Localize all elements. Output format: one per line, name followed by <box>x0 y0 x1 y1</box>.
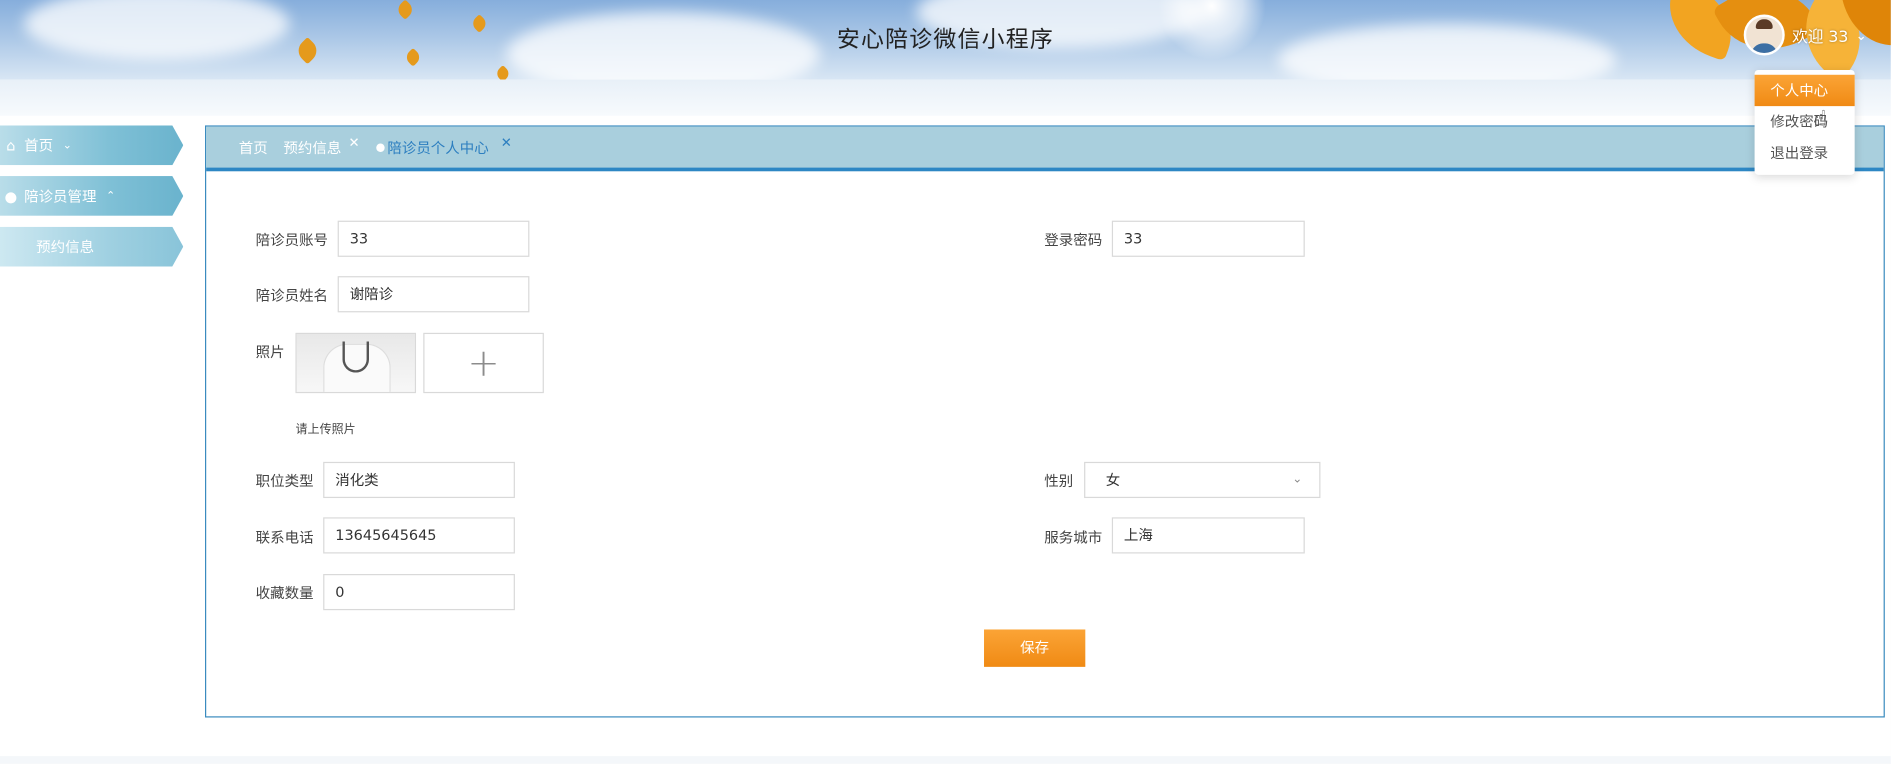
sidebar-item-label: 陪诊员管理 <box>24 188 97 206</box>
sidebar-item-home[interactable]: ⌂ 首页 ⌄ <box>0 125 184 166</box>
phone-field[interactable]: 13645645645 <box>323 517 515 554</box>
menu-item-change-password[interactable]: 修改密码 <box>1755 106 1855 137</box>
password-label: 登录密码 <box>1044 231 1103 249</box>
gender-label: 性别 <box>1044 472 1074 490</box>
name-field[interactable]: 谢陪诊 <box>337 276 530 313</box>
tab-escort-profile[interactable]: 陪诊员个人中心 <box>376 137 489 158</box>
close-icon[interactable]: ✕ <box>349 134 360 150</box>
phone-label: 联系电话 <box>255 529 314 547</box>
favorites-field[interactable]: 0 <box>323 574 515 611</box>
city-field[interactable]: 上海 <box>1111 517 1305 554</box>
sidebar-item-appointments[interactable]: 预约信息 <box>0 226 184 267</box>
sidebar-item-label: 预约信息 <box>36 238 95 256</box>
chevron-up-icon: ⌃ <box>106 189 116 202</box>
tab-bar: 首页 预约信息 ✕ 陪诊员个人中心 ✕ <box>206 126 1884 172</box>
chevron-down-icon: ⌄ <box>1292 472 1303 486</box>
avatar[interactable] <box>1743 14 1785 56</box>
home-icon: ⌂ <box>6 136 16 154</box>
close-icon[interactable]: ✕ <box>501 134 512 150</box>
user-dropdown-menu: 个人中心 修改密码 退出登录 <box>1754 69 1855 175</box>
footer-strip <box>0 756 1891 764</box>
chevron-down-icon: ⌄ <box>62 139 72 152</box>
sidebar: ⌂ 首页 ⌄ ● 陪诊员管理 ⌃ 预约信息 <box>0 125 187 277</box>
photo-hint: 请上传照片 <box>295 423 356 437</box>
menu-item-personal-center[interactable]: 个人中心 <box>1754 74 1855 107</box>
user-icon: ● <box>4 187 18 205</box>
name-label: 陪诊员姓名 <box>255 287 329 304</box>
header-banner: 安心陪诊微信小程序 欢迎 33 ⌄ <box>0 0 1891 80</box>
app-title: 安心陪诊微信小程序 <box>836 26 1054 54</box>
menu-item-logout[interactable]: 退出登录 <box>1755 137 1855 168</box>
active-dot-icon <box>376 142 385 152</box>
city-label: 服务城市 <box>1044 529 1103 547</box>
password-field[interactable]: 33 <box>1111 220 1305 257</box>
photo-label: 照片 <box>255 343 285 361</box>
tab-appointments[interactable]: 预约信息 <box>283 137 341 158</box>
upload-plus-icon[interactable]: + <box>423 332 544 394</box>
welcome-text[interactable]: 欢迎 33 <box>1792 24 1848 46</box>
photo-thumbnail[interactable] <box>295 332 417 394</box>
account-label: 陪诊员账号 <box>255 231 329 249</box>
favorites-label: 收藏数量 <box>255 584 314 602</box>
sidebar-item-escort-management[interactable]: ● 陪诊员管理 ⌃ <box>0 176 184 216</box>
position-field[interactable]: 消化类 <box>323 461 515 499</box>
header-subbar <box>0 79 1891 116</box>
user-menu-trigger[interactable]: 欢迎 33 ⌄ <box>1743 14 1867 56</box>
gender-value: 女 <box>1105 471 1121 489</box>
save-button[interactable]: 保存 <box>984 629 1086 667</box>
sidebar-item-label: 首页 <box>24 137 54 155</box>
position-label: 职位类型 <box>255 472 314 490</box>
tab-label: 陪诊员个人中心 <box>387 139 489 157</box>
hand-cursor-icon: ☝ <box>1813 106 1827 132</box>
account-field[interactable]: 33 <box>337 220 530 257</box>
gender-select[interactable]: 女 ⌄ <box>1084 461 1321 499</box>
chevron-down-icon[interactable]: ⌄ <box>1856 27 1867 43</box>
tab-home[interactable]: 首页 <box>239 137 268 158</box>
